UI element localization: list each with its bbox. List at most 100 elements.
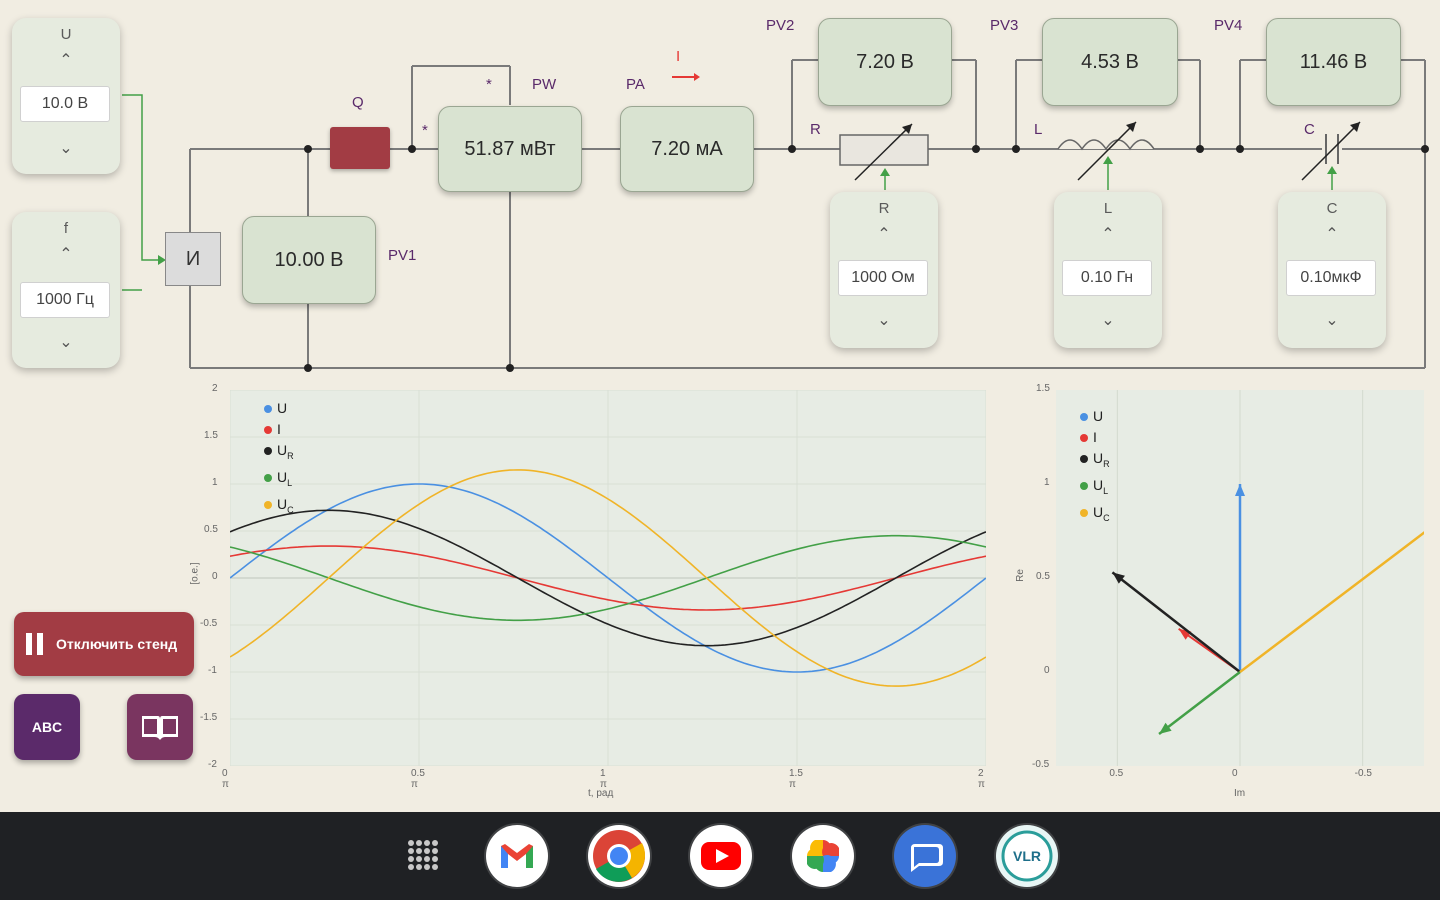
app-launcher-icon[interactable] <box>406 838 440 872</box>
legend-label: U <box>1093 476 1104 493</box>
pv4-voltmeter-display: 11.46 В <box>1266 18 1401 106</box>
phasor-legend-item: UR <box>1080 448 1110 475</box>
legend-label: I <box>1093 429 1097 445</box>
manual-button[interactable] <box>127 694 193 760</box>
voltage-control-label: U <box>60 26 72 43</box>
waveform-y-tick-label: 1.5 <box>204 430 218 441</box>
waveform-legend-item: UR <box>264 440 294 467</box>
frequency-up-button[interactable]: ⌃ <box>12 244 120 264</box>
waveform-y-tick-label: 0 <box>212 571 218 582</box>
r-label: R <box>810 121 821 138</box>
waveform-y-tick-label: 0.5 <box>204 524 218 535</box>
phasor-x-axis-label: Im <box>1234 788 1246 799</box>
waveform-y-tick-label: -1.5 <box>200 712 218 723</box>
resistance-up-button[interactable]: ⌃ <box>830 224 938 244</box>
gmail-icon[interactable] <box>486 825 548 887</box>
abc-label: ABC <box>31 719 63 735</box>
legend-subscript: C <box>287 504 294 515</box>
legend-label: I <box>277 421 281 437</box>
current-label: I <box>676 48 681 65</box>
pause-icon <box>26 633 46 655</box>
legend-label: U <box>277 400 288 416</box>
pw-star-top: * <box>486 76 492 93</box>
ammeter-display: 7.20 мА <box>620 106 754 192</box>
legend-marker <box>264 500 272 509</box>
legend-marker <box>1080 508 1088 517</box>
legend-subscript: C <box>1103 512 1110 523</box>
capacitance-control-label: C <box>1326 200 1338 217</box>
abc-button[interactable]: ABC <box>14 694 80 760</box>
capacitance-down-button[interactable]: ⌄ <box>1278 310 1386 330</box>
waveform-plot <box>230 390 986 766</box>
phasor-y-tick-label: 0.5 <box>1036 571 1050 582</box>
waveform-x-tick-label: 2 π <box>977 768 985 790</box>
legend-marker <box>1080 455 1088 464</box>
vlr-app-icon[interactable]: VLR <box>996 825 1058 887</box>
legend-label: U <box>277 468 288 485</box>
waveform-y-tick-label: 2 <box>212 383 218 394</box>
wattmeter-display: 51.87 мВт <box>438 106 582 192</box>
phasor-x-tick-label: -0.5 <box>1354 768 1372 779</box>
resistance-value[interactable]: 1000 Ом <box>838 260 928 296</box>
phasor-legend-item: UL <box>1080 475 1110 502</box>
legend-marker <box>1080 434 1088 443</box>
phasor-vector-ur <box>1111 571 1241 673</box>
voltage-control: U ⌃ 10.0 В ⌄ <box>12 18 120 174</box>
capacitance-up-button[interactable]: ⌃ <box>1278 224 1386 244</box>
legend-marker <box>264 426 272 435</box>
pa-label: PA <box>626 76 645 93</box>
messages-icon[interactable] <box>894 825 956 887</box>
phasor-vector-ul <box>1158 671 1241 736</box>
resistance-down-button[interactable]: ⌄ <box>830 310 938 330</box>
frequency-control: f ⌃ 1000 Гц ⌄ <box>12 212 120 368</box>
photos-icon[interactable] <box>792 825 854 887</box>
waveform-x-axis-label: t, рад <box>588 788 614 799</box>
waveform-x-tick-label: 0.5 π <box>410 768 425 790</box>
frequency-value[interactable]: 1000 Гц <box>20 282 110 318</box>
legend-label: U <box>1093 503 1104 520</box>
voltage-value[interactable]: 10.0 В <box>20 86 110 122</box>
inductance-control: L ⌃ 0.10 Гн ⌄ <box>1054 192 1162 348</box>
phasor-legend-item: UC <box>1080 502 1110 529</box>
phasor-y-tick-label: -0.5 <box>1032 759 1050 770</box>
voltage-down-button[interactable]: ⌄ <box>12 138 120 158</box>
resistance-control: R ⌃ 1000 Ом ⌄ <box>830 192 938 348</box>
frequency-down-button[interactable]: ⌄ <box>12 332 120 352</box>
legend-subscript: R <box>287 450 294 461</box>
legend-label: U <box>277 442 288 458</box>
waveform-x-tick-label: 1 π <box>599 768 607 790</box>
waveform-x-tick-label: 1.5 π <box>788 768 803 790</box>
inductance-down-button[interactable]: ⌄ <box>1054 310 1162 330</box>
pv3-voltmeter-display: 4.53 В <box>1042 18 1178 106</box>
youtube-icon[interactable] <box>690 825 752 887</box>
phasor-legend-item: I <box>1080 427 1110 448</box>
phasor-y-tick-label: 1 <box>1044 477 1050 488</box>
legend-marker <box>1080 482 1088 491</box>
waveform-legend-item: I <box>264 419 294 440</box>
phasor-plot <box>1111 390 1424 766</box>
inductance-up-button[interactable]: ⌃ <box>1054 224 1162 244</box>
c-label: C <box>1304 121 1315 138</box>
legend-marker <box>1080 413 1088 422</box>
phasor-x-tick-label: 0 <box>1232 768 1238 779</box>
legend-subscript: L <box>287 477 293 488</box>
pv2-label: PV2 <box>766 17 795 34</box>
legend-marker <box>264 474 272 483</box>
disconnect-stand-button[interactable]: Отключить стенд <box>14 612 194 676</box>
capacitance-value[interactable]: 0.10мкФ <box>1286 260 1376 296</box>
inductance-control-label: L <box>1103 200 1113 217</box>
inductance-value[interactable]: 0.10 Гн <box>1062 260 1152 296</box>
legend-marker <box>264 405 272 414</box>
pv3-label: PV3 <box>990 17 1019 34</box>
pv2-voltmeter-display: 7.20 В <box>818 18 952 106</box>
phasor-y-tick-label: 0 <box>1044 665 1050 676</box>
pw-star-left: * <box>422 122 428 139</box>
pv1-voltmeter-display: 10.00 В <box>242 216 376 304</box>
breaker-q[interactable] <box>330 127 390 169</box>
inductor-symbol <box>1057 139 1155 151</box>
chrome-icon[interactable] <box>588 825 650 887</box>
phasor-x-tick-label: 0.5 <box>1109 768 1124 779</box>
phasor-vector-uc <box>1239 531 1424 673</box>
pw-label: PW <box>532 76 557 93</box>
voltage-up-button[interactable]: ⌃ <box>12 50 120 70</box>
